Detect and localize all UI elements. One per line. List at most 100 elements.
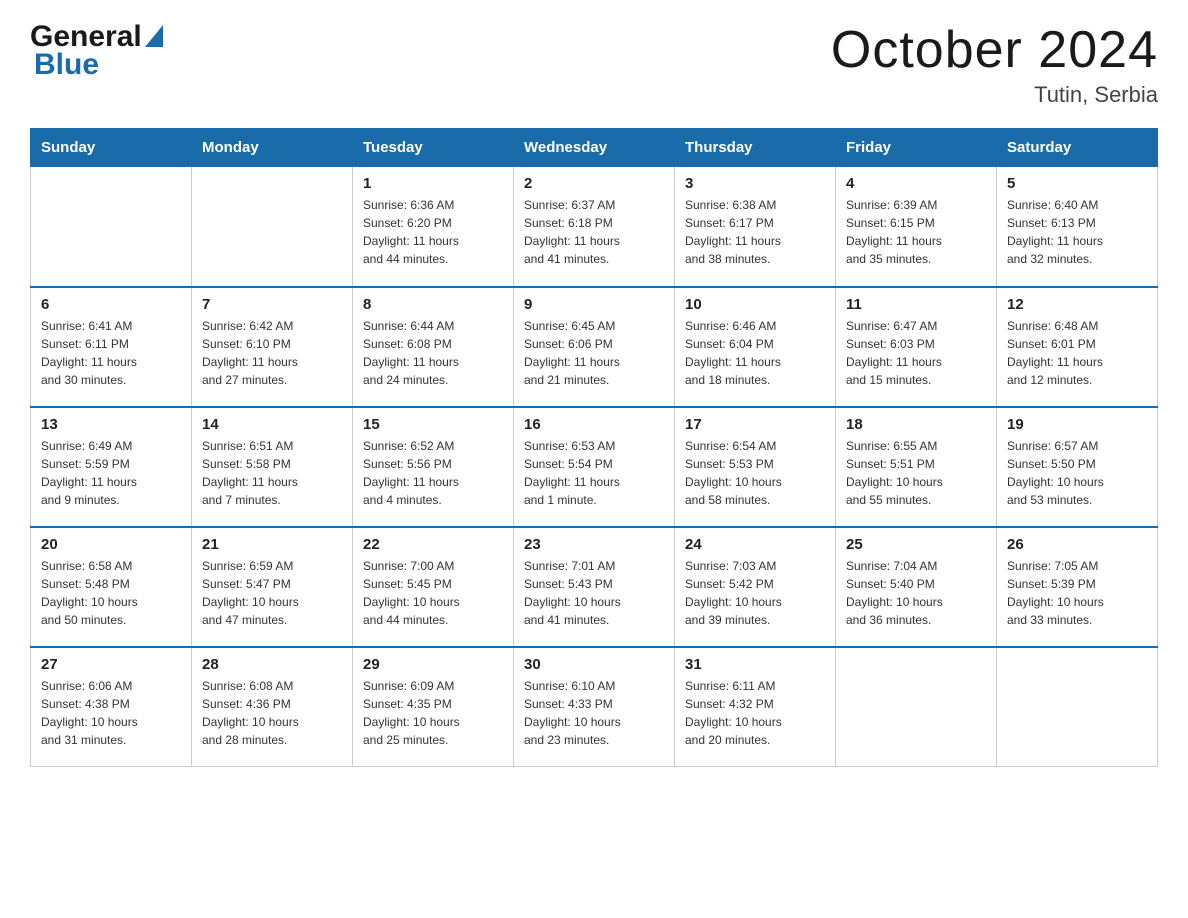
col-thursday: Thursday bbox=[675, 129, 836, 167]
day-info: Sunrise: 6:54 AMSunset: 5:53 PMDaylight:… bbox=[685, 437, 825, 509]
day-info: Sunrise: 6:44 AMSunset: 6:08 PMDaylight:… bbox=[363, 317, 503, 389]
calendar-week-row: 6 Sunrise: 6:41 AMSunset: 6:11 PMDaylight… bbox=[31, 287, 1158, 407]
day-info: Sunrise: 6:42 AMSunset: 6:10 PMDaylight:… bbox=[202, 317, 342, 389]
day-info: Sunrise: 7:01 AMSunset: 5:43 PMDaylight:… bbox=[524, 557, 664, 629]
calendar-cell: 10 Sunrise: 6:46 AMSunset: 6:04 PMDayligh… bbox=[675, 287, 836, 407]
col-tuesday: Tuesday bbox=[353, 129, 514, 167]
calendar-cell: 18 Sunrise: 6:55 AMSunset: 5:51 PMDayligh… bbox=[836, 407, 997, 527]
day-number: 14 bbox=[202, 416, 342, 433]
col-saturday: Saturday bbox=[997, 129, 1158, 167]
calendar-cell: 17 Sunrise: 6:54 AMSunset: 5:53 PMDayligh… bbox=[675, 407, 836, 527]
calendar-cell: 8 Sunrise: 6:44 AMSunset: 6:08 PMDaylight… bbox=[353, 287, 514, 407]
day-info: Sunrise: 6:39 AMSunset: 6:15 PMDaylight:… bbox=[846, 196, 986, 268]
calendar-cell: 12 Sunrise: 6:48 AMSunset: 6:01 PMDayligh… bbox=[997, 287, 1158, 407]
day-info: Sunrise: 6:53 AMSunset: 5:54 PMDaylight:… bbox=[524, 437, 664, 509]
day-number: 2 bbox=[524, 175, 664, 192]
day-info: Sunrise: 7:04 AMSunset: 5:40 PMDaylight:… bbox=[846, 557, 986, 629]
day-info: Sunrise: 7:00 AMSunset: 5:45 PMDaylight:… bbox=[363, 557, 503, 629]
day-number: 20 bbox=[41, 536, 181, 553]
day-number: 29 bbox=[363, 656, 503, 673]
day-number: 28 bbox=[202, 656, 342, 673]
calendar-cell: 16 Sunrise: 6:53 AMSunset: 5:54 PMDayligh… bbox=[514, 407, 675, 527]
day-number: 10 bbox=[685, 296, 825, 313]
day-number: 9 bbox=[524, 296, 664, 313]
calendar-week-row: 20 Sunrise: 6:58 AMSunset: 5:48 PMDayligh… bbox=[31, 527, 1158, 647]
day-number: 1 bbox=[363, 175, 503, 192]
calendar-cell: 15 Sunrise: 6:52 AMSunset: 5:56 PMDayligh… bbox=[353, 407, 514, 527]
day-info: Sunrise: 6:47 AMSunset: 6:03 PMDaylight:… bbox=[846, 317, 986, 389]
day-number: 15 bbox=[363, 416, 503, 433]
calendar-cell: 22Sunrise: 7:00 AMSunset: 5:45 PMDayligh… bbox=[353, 527, 514, 647]
day-number: 17 bbox=[685, 416, 825, 433]
day-number: 21 bbox=[202, 536, 342, 553]
calendar-cell bbox=[192, 167, 353, 287]
day-info: Sunrise: 6:08 AMSunset: 4:36 PMDaylight:… bbox=[202, 677, 342, 749]
col-wednesday: Wednesday bbox=[514, 129, 675, 167]
calendar-week-row: 13 Sunrise: 6:49 AMSunset: 5:59 PMDayligh… bbox=[31, 407, 1158, 527]
day-number: 6 bbox=[41, 296, 181, 313]
day-number: 31 bbox=[685, 656, 825, 673]
calendar-cell: 2 Sunrise: 6:37 AMSunset: 6:18 PMDaylight… bbox=[514, 167, 675, 287]
calendar-cell: 27Sunrise: 6:06 AMSunset: 4:38 PMDayligh… bbox=[31, 647, 192, 767]
page-header: General Blue October 2024 Tutin, Serbia bbox=[30, 20, 1158, 108]
day-info: Sunrise: 6:09 AMSunset: 4:35 PMDaylight:… bbox=[363, 677, 503, 749]
calendar-cell: 3 Sunrise: 6:38 AMSunset: 6:17 PMDaylight… bbox=[675, 167, 836, 287]
calendar-cell: 30 Sunrise: 6:10 AMSunset: 4:33 PMDayligh… bbox=[514, 647, 675, 767]
col-monday: Monday bbox=[192, 129, 353, 167]
day-info: Sunrise: 6:49 AMSunset: 5:59 PMDaylight:… bbox=[41, 437, 181, 509]
day-info: Sunrise: 6:57 AMSunset: 5:50 PMDaylight:… bbox=[1007, 437, 1147, 509]
day-info: Sunrise: 6:38 AMSunset: 6:17 PMDaylight:… bbox=[685, 196, 825, 268]
col-friday: Friday bbox=[836, 129, 997, 167]
col-sunday: Sunday bbox=[31, 129, 192, 167]
month-title: October 2024 bbox=[831, 20, 1158, 80]
calendar-cell: 25 Sunrise: 7:04 AMSunset: 5:40 PMDayligh… bbox=[836, 527, 997, 647]
logo-triangle-icon bbox=[145, 25, 163, 47]
subtitle: Tutin, Serbia bbox=[831, 82, 1158, 108]
day-info: Sunrise: 6:41 AMSunset: 6:11 PMDaylight:… bbox=[41, 317, 181, 389]
day-number: 3 bbox=[685, 175, 825, 192]
day-number: 16 bbox=[524, 416, 664, 433]
calendar-cell: 1 Sunrise: 6:36 AMSunset: 6:20 PMDaylight… bbox=[353, 167, 514, 287]
day-number: 12 bbox=[1007, 296, 1147, 313]
day-number: 8 bbox=[363, 296, 503, 313]
day-info: Sunrise: 7:05 AMSunset: 5:39 PMDaylight:… bbox=[1007, 557, 1147, 629]
day-number: 7 bbox=[202, 296, 342, 313]
day-number: 30 bbox=[524, 656, 664, 673]
day-number: 25 bbox=[846, 536, 986, 553]
day-info: Sunrise: 6:37 AMSunset: 6:18 PMDaylight:… bbox=[524, 196, 664, 268]
day-info: Sunrise: 6:10 AMSunset: 4:33 PMDaylight:… bbox=[524, 677, 664, 749]
calendar-cell: 19Sunrise: 6:57 AMSunset: 5:50 PMDayligh… bbox=[997, 407, 1158, 527]
day-info: Sunrise: 6:51 AMSunset: 5:58 PMDaylight:… bbox=[202, 437, 342, 509]
calendar-body: 1 Sunrise: 6:36 AMSunset: 6:20 PMDaylight… bbox=[31, 167, 1158, 767]
calendar-cell: 20 Sunrise: 6:58 AMSunset: 5:48 PMDayligh… bbox=[31, 527, 192, 647]
day-number: 11 bbox=[846, 296, 986, 313]
calendar-cell: 28 Sunrise: 6:08 AMSunset: 4:36 PMDayligh… bbox=[192, 647, 353, 767]
calendar-cell: 14 Sunrise: 6:51 AMSunset: 5:58 PMDayligh… bbox=[192, 407, 353, 527]
logo: General Blue bbox=[30, 20, 163, 82]
day-number: 13 bbox=[41, 416, 181, 433]
calendar-cell bbox=[31, 167, 192, 287]
day-number: 27 bbox=[41, 656, 181, 673]
calendar-cell bbox=[997, 647, 1158, 767]
calendar-week-row: 27Sunrise: 6:06 AMSunset: 4:38 PMDayligh… bbox=[31, 647, 1158, 767]
day-info: Sunrise: 6:59 AMSunset: 5:47 PMDaylight:… bbox=[202, 557, 342, 629]
day-info: Sunrise: 7:03 AMSunset: 5:42 PMDaylight:… bbox=[685, 557, 825, 629]
calendar-cell: 4Sunrise: 6:39 AMSunset: 6:15 PMDaylight… bbox=[836, 167, 997, 287]
day-info: Sunrise: 6:55 AMSunset: 5:51 PMDaylight:… bbox=[846, 437, 986, 509]
day-info: Sunrise: 6:36 AMSunset: 6:20 PMDaylight:… bbox=[363, 196, 503, 268]
day-number: 5 bbox=[1007, 175, 1147, 192]
day-info: Sunrise: 6:45 AMSunset: 6:06 PMDaylight:… bbox=[524, 317, 664, 389]
calendar-cell: 13 Sunrise: 6:49 AMSunset: 5:59 PMDayligh… bbox=[31, 407, 192, 527]
day-info: Sunrise: 6:46 AMSunset: 6:04 PMDaylight:… bbox=[685, 317, 825, 389]
calendar-cell: 29 Sunrise: 6:09 AMSunset: 4:35 PMDayligh… bbox=[353, 647, 514, 767]
day-info: Sunrise: 6:48 AMSunset: 6:01 PMDaylight:… bbox=[1007, 317, 1147, 389]
calendar-cell bbox=[836, 647, 997, 767]
day-info: Sunrise: 6:40 AMSunset: 6:13 PMDaylight:… bbox=[1007, 196, 1147, 268]
day-number: 24 bbox=[685, 536, 825, 553]
day-info: Sunrise: 6:52 AMSunset: 5:56 PMDaylight:… bbox=[363, 437, 503, 509]
day-number: 23 bbox=[524, 536, 664, 553]
calendar-cell: 6 Sunrise: 6:41 AMSunset: 6:11 PMDaylight… bbox=[31, 287, 192, 407]
day-number: 18 bbox=[846, 416, 986, 433]
calendar-cell: 9 Sunrise: 6:45 AMSunset: 6:06 PMDaylight… bbox=[514, 287, 675, 407]
day-info: Sunrise: 6:58 AMSunset: 5:48 PMDaylight:… bbox=[41, 557, 181, 629]
